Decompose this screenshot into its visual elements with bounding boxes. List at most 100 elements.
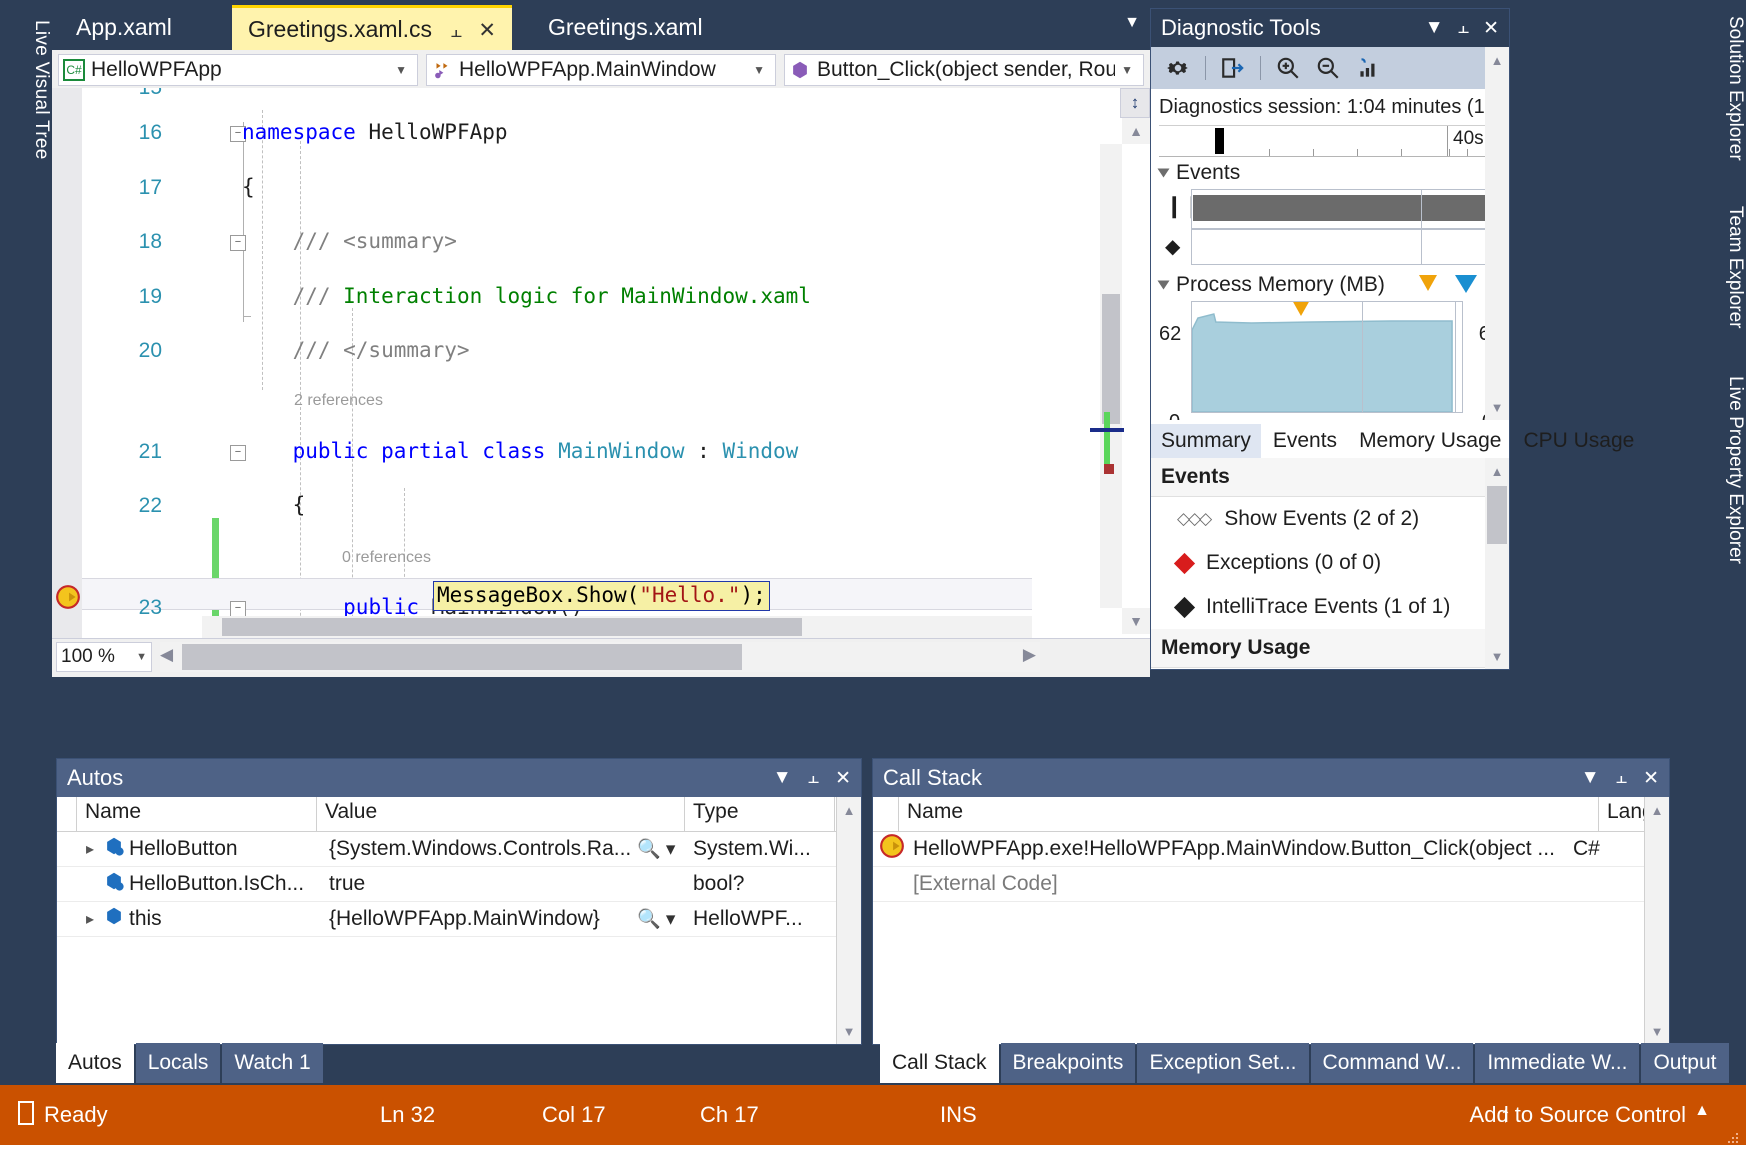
summary-item-show-events[interactable]: ◇◇◇ Show Events (2 of 2) [1151, 497, 1509, 541]
scrollbar-thumb[interactable] [222, 618, 802, 636]
scroll-down-button[interactable]: ▼ [1485, 643, 1509, 669]
variable-value[interactable]: {HelloWPFApp.MainWindow} [329, 907, 637, 931]
events-section-header[interactable]: Events [1151, 157, 1509, 189]
tab-greetings-xaml[interactable]: Greetings.xaml [532, 5, 719, 50]
scroll-up-button[interactable]: ▲ [1122, 118, 1150, 144]
table-row[interactable]: [External Code] [873, 867, 1669, 902]
process-memory-section-header[interactable]: Process Memory (MB) [1151, 269, 1509, 301]
close-icon[interactable]: ✕ [478, 19, 496, 42]
zoom-out-icon[interactable] [1315, 55, 1341, 81]
chevron-down-icon[interactable] [1157, 168, 1170, 178]
type-dropdown[interactable]: HelloWPFApp.MainWindow ▼ [426, 54, 776, 86]
chevron-up-icon[interactable]: ▲ [1694, 1102, 1710, 1120]
member-dropdown[interactable]: Button_Click(object sender, Rout ▼ [784, 54, 1144, 86]
chevron-down-icon[interactable]: ▼ [389, 63, 413, 77]
chart-icon[interactable] [1355, 55, 1381, 81]
scroll-up-button[interactable]: ▲ [1485, 458, 1509, 484]
tab-greetings-xaml-cs[interactable]: Greetings.xaml.cs ⫠ ✕ [232, 5, 512, 53]
scroll-up-button[interactable]: ▲ [1645, 797, 1669, 823]
split-view-button[interactable]: ↕ [1120, 88, 1150, 118]
editor-horizontal-scrollbar[interactable] [202, 616, 1032, 638]
tab-command-window[interactable]: Command W... [1310, 1043, 1474, 1083]
column-header-name[interactable]: Name [77, 797, 317, 831]
scroll-up-button[interactable]: ▲ [1485, 47, 1509, 73]
zoom-level-dropdown[interactable]: 100 % ▼ [56, 642, 152, 672]
tab-summary[interactable]: Summary [1151, 424, 1261, 458]
intellitrace-events-track[interactable] [1191, 229, 1501, 265]
codelens-line[interactable]: 2 references [52, 388, 1082, 415]
scrollbar-thumb[interactable] [1102, 294, 1120, 424]
tab-watch-1[interactable]: Watch 1 [222, 1043, 323, 1083]
codelens-references[interactable]: 0 references [342, 549, 431, 567]
variable-value[interactable]: {System.Windows.Controls.Ra... [329, 837, 637, 861]
expander-icon[interactable]: ▸ [77, 839, 103, 859]
summary-scrollbar[interactable]: ▲ ▼ [1485, 458, 1509, 669]
tab-immediate-window[interactable]: Immediate W... [1475, 1043, 1640, 1083]
sidebar-item-team-explorer[interactable]: Team Explorer [1700, 196, 1746, 329]
add-to-source-control-button[interactable]: Add to Source Control [1470, 1102, 1686, 1128]
timeline-ruler[interactable]: 40s [1159, 125, 1504, 157]
magnifier-icon[interactable]: 🔍 ▾ [637, 837, 693, 861]
scroll-down-button[interactable]: ▼ [1645, 1018, 1669, 1044]
chevron-down-icon[interactable] [1157, 280, 1170, 290]
sidebar-item-live-visual-tree[interactable]: Live Visual Tree [0, 8, 52, 160]
chevron-down-icon[interactable]: ▼ [1581, 767, 1600, 789]
tab-memory-usage[interactable]: Memory Usage [1349, 424, 1511, 458]
scroll-down-button[interactable]: ▼ [1485, 394, 1509, 420]
pin-icon[interactable]: ⫠ [450, 21, 462, 42]
table-row[interactable]: ▸ HelloButton {System.Windows.Controls.R… [57, 832, 861, 867]
sidebar-item-live-property-explorer[interactable]: Live Property Explorer [1700, 366, 1746, 564]
zoom-in-icon[interactable] [1275, 55, 1301, 81]
tab-exception-settings[interactable]: Exception Set... [1137, 1043, 1309, 1083]
chevron-down-icon[interactable]: ▼ [773, 767, 792, 789]
close-icon[interactable]: ✕ [1483, 17, 1499, 40]
tab-locals[interactable]: Locals [135, 1043, 221, 1083]
column-header-name[interactable]: Name [899, 797, 1599, 831]
tab-cpu-usage[interactable]: CPU Usage [1513, 424, 1644, 458]
chevron-down-icon[interactable]: ▼ [747, 63, 771, 77]
diagnostics-vertical-scrollbar[interactable]: ▲ ▼ [1485, 47, 1509, 420]
gear-icon[interactable] [1165, 55, 1191, 81]
tab-events[interactable]: Events [1263, 424, 1347, 458]
chevron-down-icon[interactable]: ▼ [136, 651, 147, 663]
table-row[interactable]: ▸ this {HelloWPFApp.MainWindow} 🔍 ▾ Hell… [57, 902, 861, 937]
pin-icon[interactable]: ⫠ [1616, 767, 1628, 789]
tab-breakpoints[interactable]: Breakpoints [1000, 1043, 1136, 1083]
process-memory-chart[interactable] [1191, 301, 1463, 413]
export-icon[interactable] [1220, 55, 1246, 81]
table-row[interactable]: HelloWPFApp.exe!HelloWPFApp.MainWindow.B… [873, 832, 1669, 867]
current-statement-icon[interactable] [55, 584, 81, 610]
resize-grip[interactable] [1726, 1125, 1740, 1143]
chevron-down-icon[interactable]: ▼ [1115, 63, 1139, 77]
summary-item-exceptions[interactable]: Exceptions (0 of 0) [1151, 541, 1509, 585]
column-header-lang[interactable]: Lang [1599, 797, 1647, 831]
call-stack-scrollbar[interactable]: ▲ ▼ [1644, 797, 1669, 1044]
close-icon[interactable]: ✕ [1643, 767, 1659, 790]
tab-call-stack[interactable]: Call Stack [880, 1043, 999, 1083]
project-dropdown[interactable]: C# HelloWPFApp ▼ [58, 54, 418, 86]
column-header-value[interactable]: Value [317, 797, 685, 831]
chevron-down-icon[interactable]: ▼ [1124, 14, 1140, 32]
break-events-track[interactable] [1191, 189, 1508, 229]
pin-icon[interactable]: ⫠ [1458, 17, 1470, 39]
editor-vertical-scrollbar[interactable] [1090, 144, 1124, 608]
code-text-area[interactable]: 15 16 − namespace HelloWPFApp 17 { 18 − … [52, 88, 1082, 638]
column-header-type[interactable]: Type [685, 797, 835, 831]
close-icon[interactable]: ✕ [835, 767, 851, 790]
scrollbar-thumb[interactable] [182, 644, 742, 670]
table-row[interactable]: HelloButton.IsCh... true bool? [57, 867, 861, 902]
tab-autos[interactable]: Autos [56, 1043, 134, 1083]
horizontal-scrollbar[interactable]: ◀ ▶ [160, 642, 1040, 672]
scroll-right-button[interactable]: ▶ [1023, 645, 1036, 665]
scroll-up-button[interactable]: ▲ [837, 797, 861, 823]
tab-app-xaml[interactable]: App.xaml [60, 5, 188, 50]
summary-item-intellitrace[interactable]: IntelliTrace Events (1 of 1) [1151, 585, 1509, 629]
magnifier-icon[interactable]: 🔍 ▾ [637, 907, 693, 931]
autos-scrollbar[interactable]: ▲ ▼ [836, 797, 861, 1044]
chevron-down-icon[interactable]: ▼ [1425, 17, 1444, 39]
codelens-references[interactable]: 2 references [294, 392, 383, 410]
pin-icon[interactable]: ⫠ [808, 767, 820, 789]
expander-icon[interactable]: ▸ [77, 909, 103, 929]
scroll-down-button[interactable]: ▼ [837, 1018, 861, 1044]
code-editor[interactable]: 15 16 − namespace HelloWPFApp 17 { 18 − … [52, 88, 1150, 638]
